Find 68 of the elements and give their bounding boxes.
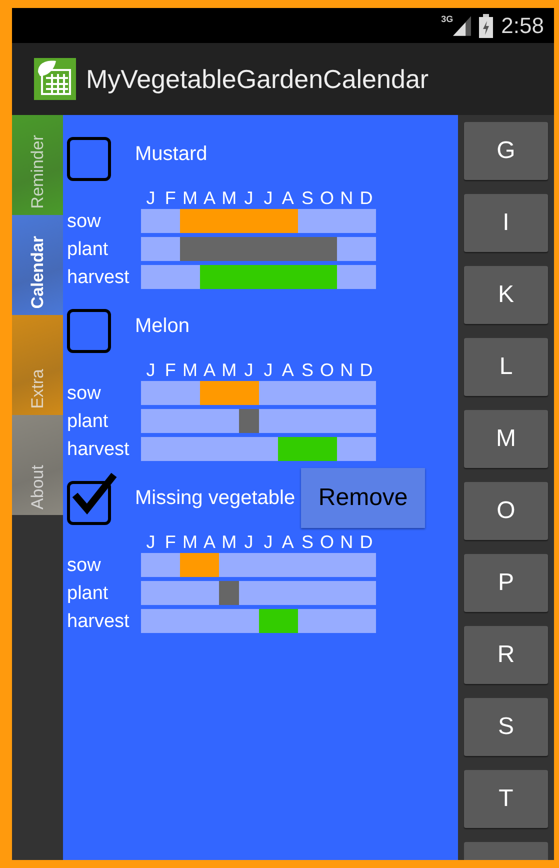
- leaf-calendar-icon: [34, 58, 76, 100]
- month-label: J: [243, 189, 254, 207]
- period-label: sow: [67, 556, 102, 574]
- period-label: plant: [67, 412, 110, 430]
- month-label: F: [164, 361, 177, 379]
- index-button[interactable]: L: [464, 338, 548, 396]
- month-label: J: [145, 189, 156, 207]
- checkbox[interactable]: [67, 471, 119, 525]
- month-label: A: [202, 361, 217, 379]
- month-label: F: [164, 533, 177, 551]
- month-label: J: [145, 533, 156, 551]
- month-label: N: [339, 189, 354, 207]
- index-button[interactable]: S: [464, 698, 548, 756]
- month-label: A: [280, 361, 295, 379]
- month-label: M: [220, 189, 238, 207]
- month-label: A: [202, 533, 217, 551]
- month-label: J: [262, 533, 274, 551]
- period-label: plant: [67, 584, 110, 602]
- clock-time: 2:58: [501, 12, 544, 40]
- index-button[interactable]: K: [464, 266, 548, 324]
- month-label: J: [262, 189, 274, 207]
- index-button[interactable]: R: [464, 626, 548, 684]
- index-button[interactable]: I: [464, 194, 548, 252]
- index-button[interactable]: O: [464, 482, 548, 540]
- checkmark-icon: [71, 471, 117, 517]
- vegetable-name: Missing vegetable: [135, 486, 296, 511]
- remove-button[interactable]: Remove: [301, 468, 426, 528]
- side-tab[interactable]: Calendar: [12, 215, 63, 315]
- index-button[interactable]: M: [464, 410, 548, 468]
- battery-icon: [479, 14, 494, 38]
- month-label: S: [300, 189, 314, 207]
- month-label: J: [262, 361, 274, 379]
- period-label: harvest: [67, 268, 130, 286]
- period-label: sow: [67, 212, 102, 230]
- network-type: 3G: [441, 14, 454, 24]
- vegetable-name: Melon: [135, 314, 190, 339]
- month-label: O: [319, 533, 336, 551]
- period-label: harvest: [67, 440, 130, 458]
- period-label: harvest: [67, 612, 130, 630]
- month-label: O: [319, 189, 336, 207]
- month-label: M: [181, 361, 198, 379]
- period-label: plant: [67, 240, 110, 258]
- month-label: J: [243, 533, 254, 551]
- month-label: A: [280, 189, 295, 207]
- month-label: A: [202, 189, 217, 207]
- vegetable-name: Mustard: [135, 142, 208, 167]
- month-label: D: [358, 361, 374, 379]
- month-label: M: [220, 533, 238, 551]
- month-label: J: [243, 361, 254, 379]
- month-label: S: [300, 533, 314, 551]
- month-label: A: [280, 533, 295, 551]
- month-label: M: [181, 533, 198, 551]
- month-label: J: [145, 361, 156, 379]
- month-label: M: [220, 361, 238, 379]
- month-label: N: [339, 533, 354, 551]
- app-title: MyVegetableGardenCalendar: [86, 62, 429, 96]
- period-label: sow: [67, 384, 102, 402]
- month-label: F: [164, 189, 177, 207]
- signal-icon: [453, 14, 472, 36]
- month-label: M: [181, 189, 198, 207]
- month-label: D: [358, 189, 374, 207]
- month-label: O: [319, 361, 336, 379]
- index-button[interactable]: G: [464, 122, 548, 180]
- month-label: N: [339, 361, 354, 379]
- month-label: D: [358, 533, 374, 551]
- index-button[interactable]: T: [464, 770, 548, 828]
- month-label: S: [300, 361, 314, 379]
- index-button[interactable]: P: [464, 554, 548, 612]
